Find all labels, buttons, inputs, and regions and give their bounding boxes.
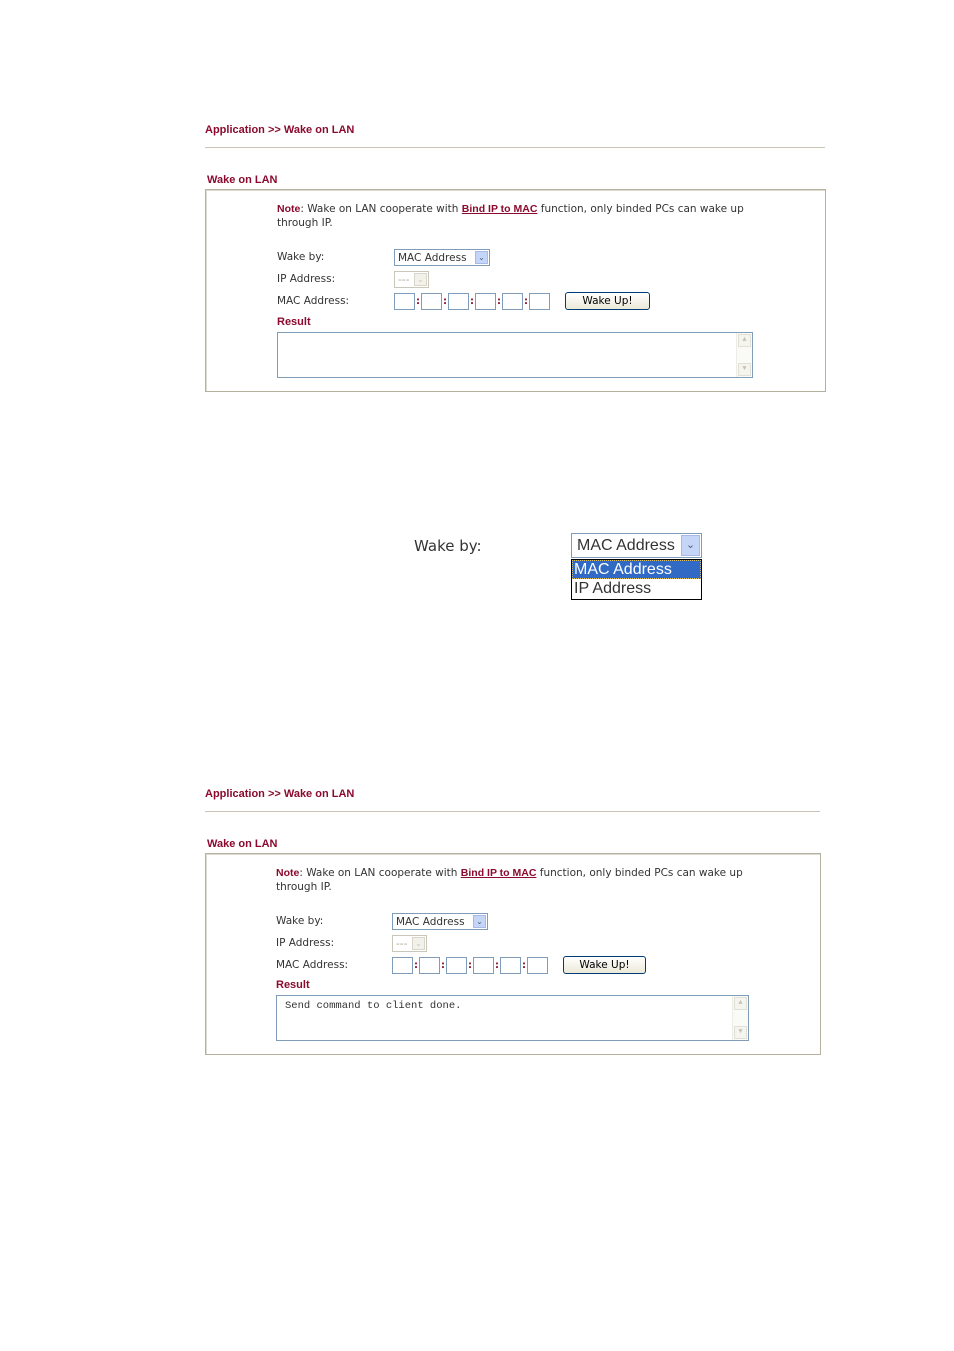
result-label: Result — [276, 979, 310, 991]
mac-octet-5[interactable] — [500, 957, 521, 974]
scroll-up-icon[interactable]: ▲ — [738, 334, 751, 347]
bind-ip-to-mac-link[interactable]: Bind IP to MAC — [461, 867, 537, 879]
wake-by-value: MAC Address — [398, 252, 467, 264]
mac-octet-4[interactable] — [473, 957, 494, 974]
result-textarea[interactable]: ▲ ▼ — [277, 332, 753, 378]
note-label: Note — [277, 203, 301, 215]
mac-octet-1[interactable] — [392, 957, 413, 974]
scroll-down-icon[interactable]: ▼ — [738, 363, 751, 376]
mac-address-label: MAC Address: — [276, 959, 349, 971]
mac-address-fields: : : : : : — [392, 957, 548, 974]
ip-address-select: --- ⌄ — [394, 271, 429, 288]
wake-by-label: Wake by: — [414, 537, 482, 555]
mac-octet-1[interactable] — [394, 293, 415, 310]
chevron-down-icon: ⌄ — [412, 937, 425, 950]
divider — [205, 147, 825, 148]
section-title: Wake on LAN — [207, 174, 278, 186]
note: Note: Wake on LAN cooperate with Bind IP… — [276, 866, 746, 894]
wake-up-button[interactable]: Wake Up! — [565, 292, 650, 310]
mac-octet-2[interactable] — [421, 293, 442, 310]
wake-by-label: Wake by: — [277, 251, 325, 263]
option-mac-address[interactable]: MAC Address — [572, 560, 701, 579]
mac-octet-3[interactable] — [446, 957, 467, 974]
mac-octet-6[interactable] — [527, 957, 548, 974]
ip-address-value: --- — [396, 938, 408, 950]
mac-octet-6[interactable] — [529, 293, 550, 310]
divider — [205, 811, 820, 812]
wake-by-options: MAC Address IP Address — [571, 559, 702, 600]
section-title: Wake on LAN — [207, 838, 278, 850]
scroll-up-icon[interactable]: ▲ — [734, 997, 747, 1010]
chevron-down-icon: ⌄ — [414, 273, 427, 286]
option-ip-address[interactable]: IP Address — [572, 579, 701, 598]
mac-address-fields: : : : : : — [394, 293, 550, 310]
ip-address-label: IP Address: — [277, 273, 336, 285]
wake-by-value: MAC Address — [396, 916, 465, 928]
mac-octet-4[interactable] — [475, 293, 496, 310]
result-textarea[interactable]: Send command to client done. ▲ ▼ — [276, 995, 749, 1041]
ip-address-value: --- — [398, 274, 410, 286]
note-label: Note — [276, 867, 300, 879]
breadcrumb: Application >> Wake on LAN — [205, 124, 355, 136]
note-text: : Wake on LAN cooperate with — [299, 867, 461, 879]
chevron-down-icon: ⌄ — [475, 251, 488, 264]
mac-address-label: MAC Address: — [277, 295, 350, 307]
note: Note: Wake on LAN cooperate with Bind IP… — [277, 202, 747, 230]
chevron-down-icon: ⌄ — [681, 535, 700, 556]
result-text: Send command to client done. — [285, 1000, 462, 1012]
note-text: : Wake on LAN cooperate with — [300, 203, 462, 215]
wake-by-select[interactable]: MAC Address ⌄ — [392, 913, 488, 930]
ip-address-select: --- ⌄ — [392, 935, 427, 952]
wake-by-label: Wake by: — [276, 915, 324, 927]
mac-octet-2[interactable] — [419, 957, 440, 974]
wake-by-select[interactable]: MAC Address ⌄ — [394, 249, 490, 266]
result-label: Result — [277, 316, 311, 328]
wake-by-select[interactable]: MAC Address ⌄ — [571, 533, 702, 558]
breadcrumb: Application >> Wake on LAN — [205, 788, 355, 800]
scrollbar[interactable]: ▲ ▼ — [732, 996, 748, 1040]
mac-octet-3[interactable] — [448, 293, 469, 310]
scroll-down-icon[interactable]: ▼ — [734, 1026, 747, 1039]
bind-ip-to-mac-link[interactable]: Bind IP to MAC — [462, 203, 538, 215]
wake-up-button[interactable]: Wake Up! — [563, 956, 646, 974]
wake-by-value: MAC Address — [577, 537, 675, 554]
mac-octet-5[interactable] — [502, 293, 523, 310]
chevron-down-icon: ⌄ — [473, 915, 486, 928]
ip-address-label: IP Address: — [276, 937, 335, 949]
scrollbar[interactable]: ▲ ▼ — [736, 333, 752, 377]
